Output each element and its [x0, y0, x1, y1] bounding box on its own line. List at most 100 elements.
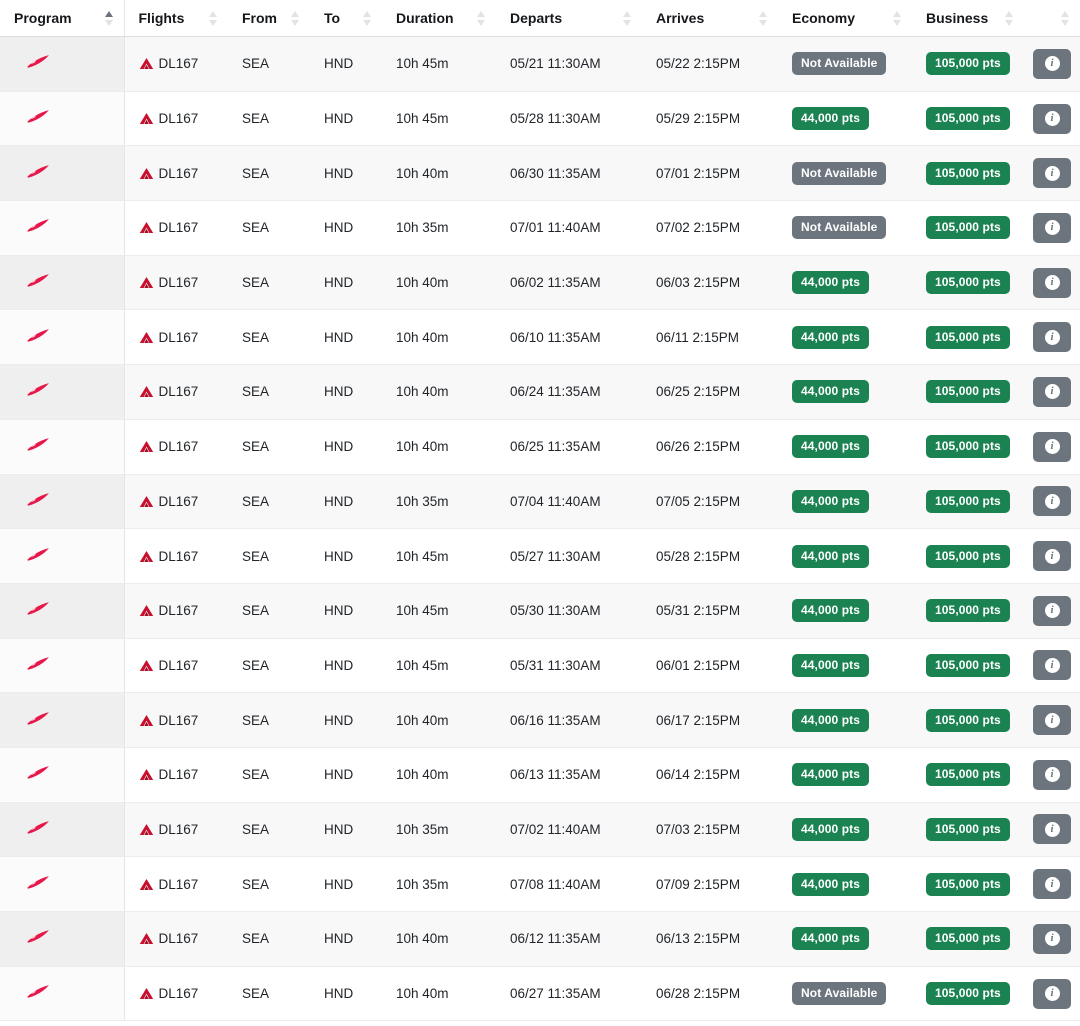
- cell-arrival-time: 06/11 2:15PM: [642, 309, 778, 366]
- cell-actions: i: [1024, 911, 1080, 967]
- flight-number-label: DL167: [158, 493, 199, 509]
- table-header: Program Flights From To Duration Departs Arriv…: [0, 0, 1080, 37]
- column-header-to[interactable]: To: [310, 0, 382, 37]
- sort-arrows-icon[interactable]: [104, 10, 114, 27]
- cell-arrival-time: 05/29 2:15PM: [642, 91, 778, 147]
- table-row[interactable]: DL167 SEA HND 10h 40m 06/02 11:35AM 06/03 2:1…: [0, 255, 1080, 311]
- program-logo: [24, 765, 50, 781]
- sort-arrows-icon[interactable]: [363, 10, 372, 27]
- cell-flight-number: DL167: [124, 802, 228, 858]
- cell-economy-price: 44,000 pts: [778, 91, 912, 147]
- column-header-arrives[interactable]: Arrives: [642, 0, 778, 37]
- virgin-atlantic-logo-icon: [27, 328, 49, 342]
- virgin-atlantic-logo-icon: [27, 164, 49, 178]
- table-row[interactable]: DL167 SEA HND 10h 40m 06/13 11:35AM 06/14 2:1…: [0, 747, 1080, 803]
- flight-details-info-button[interactable]: i: [1033, 48, 1071, 79]
- table-row[interactable]: DL167 SEA HND 10h 45m 05/27 11:30AM 05/28 2:1…: [0, 528, 1080, 584]
- flight-details-info-button[interactable]: i: [1033, 486, 1071, 517]
- price-badge: 105,000 pts: [926, 763, 1010, 787]
- sort-arrows-icon[interactable]: [209, 10, 218, 27]
- table-row[interactable]: DL167 SEA HND 10h 40m 06/27 11:35AM 06/28 2:1…: [0, 966, 1080, 1022]
- table-row[interactable]: DL167 SEA HND 10h 45m 05/28 11:30AM 05/29 2:1…: [0, 91, 1080, 147]
- table-row[interactable]: DL167 SEA HND 10h 40m 06/12 11:35AM 06/13 2:1…: [0, 911, 1080, 967]
- program-logo: [24, 328, 50, 344]
- price-badge: 44,000 pts: [792, 489, 870, 513]
- column-header-program[interactable]: Program: [0, 0, 125, 37]
- table-row[interactable]: DL167 SEA HND 10h 45m 05/31 11:30AM 06/01 2:1…: [0, 638, 1080, 694]
- flight-details-info-button[interactable]: i: [1033, 212, 1071, 243]
- cell-destination: HND: [310, 802, 382, 858]
- column-header-from[interactable]: From: [228, 0, 310, 37]
- cell-departure-time: 07/04 11:40AM: [496, 474, 642, 530]
- sort-arrows-icon[interactable]: [1005, 10, 1014, 27]
- flight-details-info-button[interactable]: i: [1033, 158, 1071, 189]
- cell-flight-number: DL167: [124, 91, 228, 147]
- flight-details-info-button[interactable]: i: [1033, 978, 1071, 1009]
- sort-arrows-icon[interactable]: [759, 10, 768, 27]
- cell-actions: i: [1024, 309, 1080, 366]
- flight-details-info-button[interactable]: i: [1033, 759, 1071, 790]
- award-availability-table: Program Flights From To Duration Departs Arriv…: [0, 0, 1080, 1022]
- table-row[interactable]: DL167 SEA HND 10h 40m 06/30 11:35AM 07/01 2:1…: [0, 145, 1080, 202]
- cell-arrival-time: 06/13 2:15PM: [642, 911, 778, 967]
- price-badge: 44,000 pts: [792, 763, 870, 787]
- table-row[interactable]: DL167 SEA HND 10h 40m 06/10 11:35AM 06/11 2:1…: [0, 309, 1080, 366]
- price-badge: 105,000 pts: [926, 52, 1010, 76]
- delta-triangle-icon: [139, 769, 153, 781]
- flight-details-info-button[interactable]: i: [1033, 814, 1071, 845]
- flight-details-info-button[interactable]: i: [1033, 431, 1071, 462]
- flight-details-info-button[interactable]: i: [1033, 376, 1071, 407]
- delta-triangle-icon: [139, 714, 153, 726]
- table-body: DL167 SEA HND 10h 45m 05/21 11:30AM 05/22 2:1…: [0, 36, 1080, 1022]
- cell-business-price: 105,000 pts: [912, 802, 1024, 858]
- table-row[interactable]: DL167 SEA HND 10h 40m 06/25 11:35AM 06/26 2:1…: [0, 419, 1080, 475]
- cell-destination: HND: [310, 419, 382, 475]
- flight-details-info-button[interactable]: i: [1033, 705, 1071, 736]
- cell-program: [0, 200, 125, 256]
- flight-details-info-button[interactable]: i: [1033, 103, 1071, 134]
- cell-origin: SEA: [228, 528, 310, 584]
- info-circle-icon: i: [1044, 876, 1060, 892]
- sort-arrows-icon[interactable]: [623, 10, 632, 27]
- program-logo: [24, 54, 50, 70]
- cell-flight-number: DL167: [124, 528, 228, 584]
- virgin-atlantic-logo-icon: [27, 493, 49, 506]
- cell-departure-time: 05/30 11:30AM: [496, 583, 642, 639]
- cell-program: [0, 364, 125, 420]
- table-row[interactable]: DL167 SEA HND 10h 35m 07/01 11:40AM 07/02 2:1…: [0, 200, 1080, 256]
- column-header-business[interactable]: Business: [912, 0, 1024, 37]
- cell-origin: SEA: [228, 145, 310, 202]
- sort-arrows-icon[interactable]: [291, 10, 300, 27]
- table-row[interactable]: DL167 SEA HND 10h 45m 05/21 11:30AM 05/22 2:1…: [0, 36, 1080, 92]
- column-header-label: Flights: [138, 10, 185, 26]
- table-row[interactable]: DL167 SEA HND 10h 35m 07/08 11:40AM 07/09 2:1…: [0, 856, 1080, 912]
- table-row[interactable]: DL167 SEA HND 10h 40m 06/16 11:35AM 06/17 2:1…: [0, 692, 1080, 748]
- virgin-atlantic-logo-icon: [27, 547, 49, 561]
- sort-arrows-icon[interactable]: [1061, 10, 1070, 27]
- column-header-duration[interactable]: Duration: [382, 0, 496, 37]
- cell-business-price: 105,000 pts: [912, 966, 1024, 1022]
- flight-details-info-button[interactable]: i: [1033, 869, 1071, 900]
- table-row[interactable]: DL167 SEA HND 10h 40m 06/24 11:35AM 06/25 2:1…: [0, 364, 1080, 420]
- flight-number-label: DL167: [158, 712, 199, 728]
- table-row[interactable]: DL167 SEA HND 10h 45m 05/30 11:30AM 05/31 2:1…: [0, 583, 1080, 639]
- flight-details-info-button[interactable]: i: [1033, 541, 1071, 572]
- table-row[interactable]: DL167 SEA HND 10h 35m 07/04 11:40AM 07/05 2:1…: [0, 474, 1080, 530]
- sort-arrows-icon[interactable]: [477, 10, 486, 27]
- flight-details-info-button[interactable]: i: [1033, 322, 1071, 353]
- delta-triangle-icon: [139, 878, 153, 890]
- flight-details-info-button[interactable]: i: [1033, 267, 1071, 298]
- flight-details-info-button[interactable]: i: [1033, 650, 1071, 681]
- cell-economy-price: 44,000 pts: [778, 802, 912, 858]
- column-header-actions[interactable]: [1024, 0, 1080, 37]
- delta-triangle-icon: [139, 823, 153, 835]
- column-header-economy[interactable]: Economy: [778, 0, 912, 37]
- sort-arrows-icon[interactable]: [893, 10, 902, 27]
- flight-details-info-button[interactable]: i: [1033, 923, 1071, 954]
- table-row[interactable]: DL167 SEA HND 10h 35m 07/02 11:40AM 07/03 2:1…: [0, 802, 1080, 858]
- column-header-departs[interactable]: Departs: [496, 0, 642, 37]
- cell-economy-price: 44,000 pts: [778, 911, 912, 967]
- flight-details-info-button[interactable]: i: [1033, 595, 1071, 626]
- column-header-flights[interactable]: Flights: [124, 0, 228, 37]
- program-logo: [24, 929, 50, 945]
